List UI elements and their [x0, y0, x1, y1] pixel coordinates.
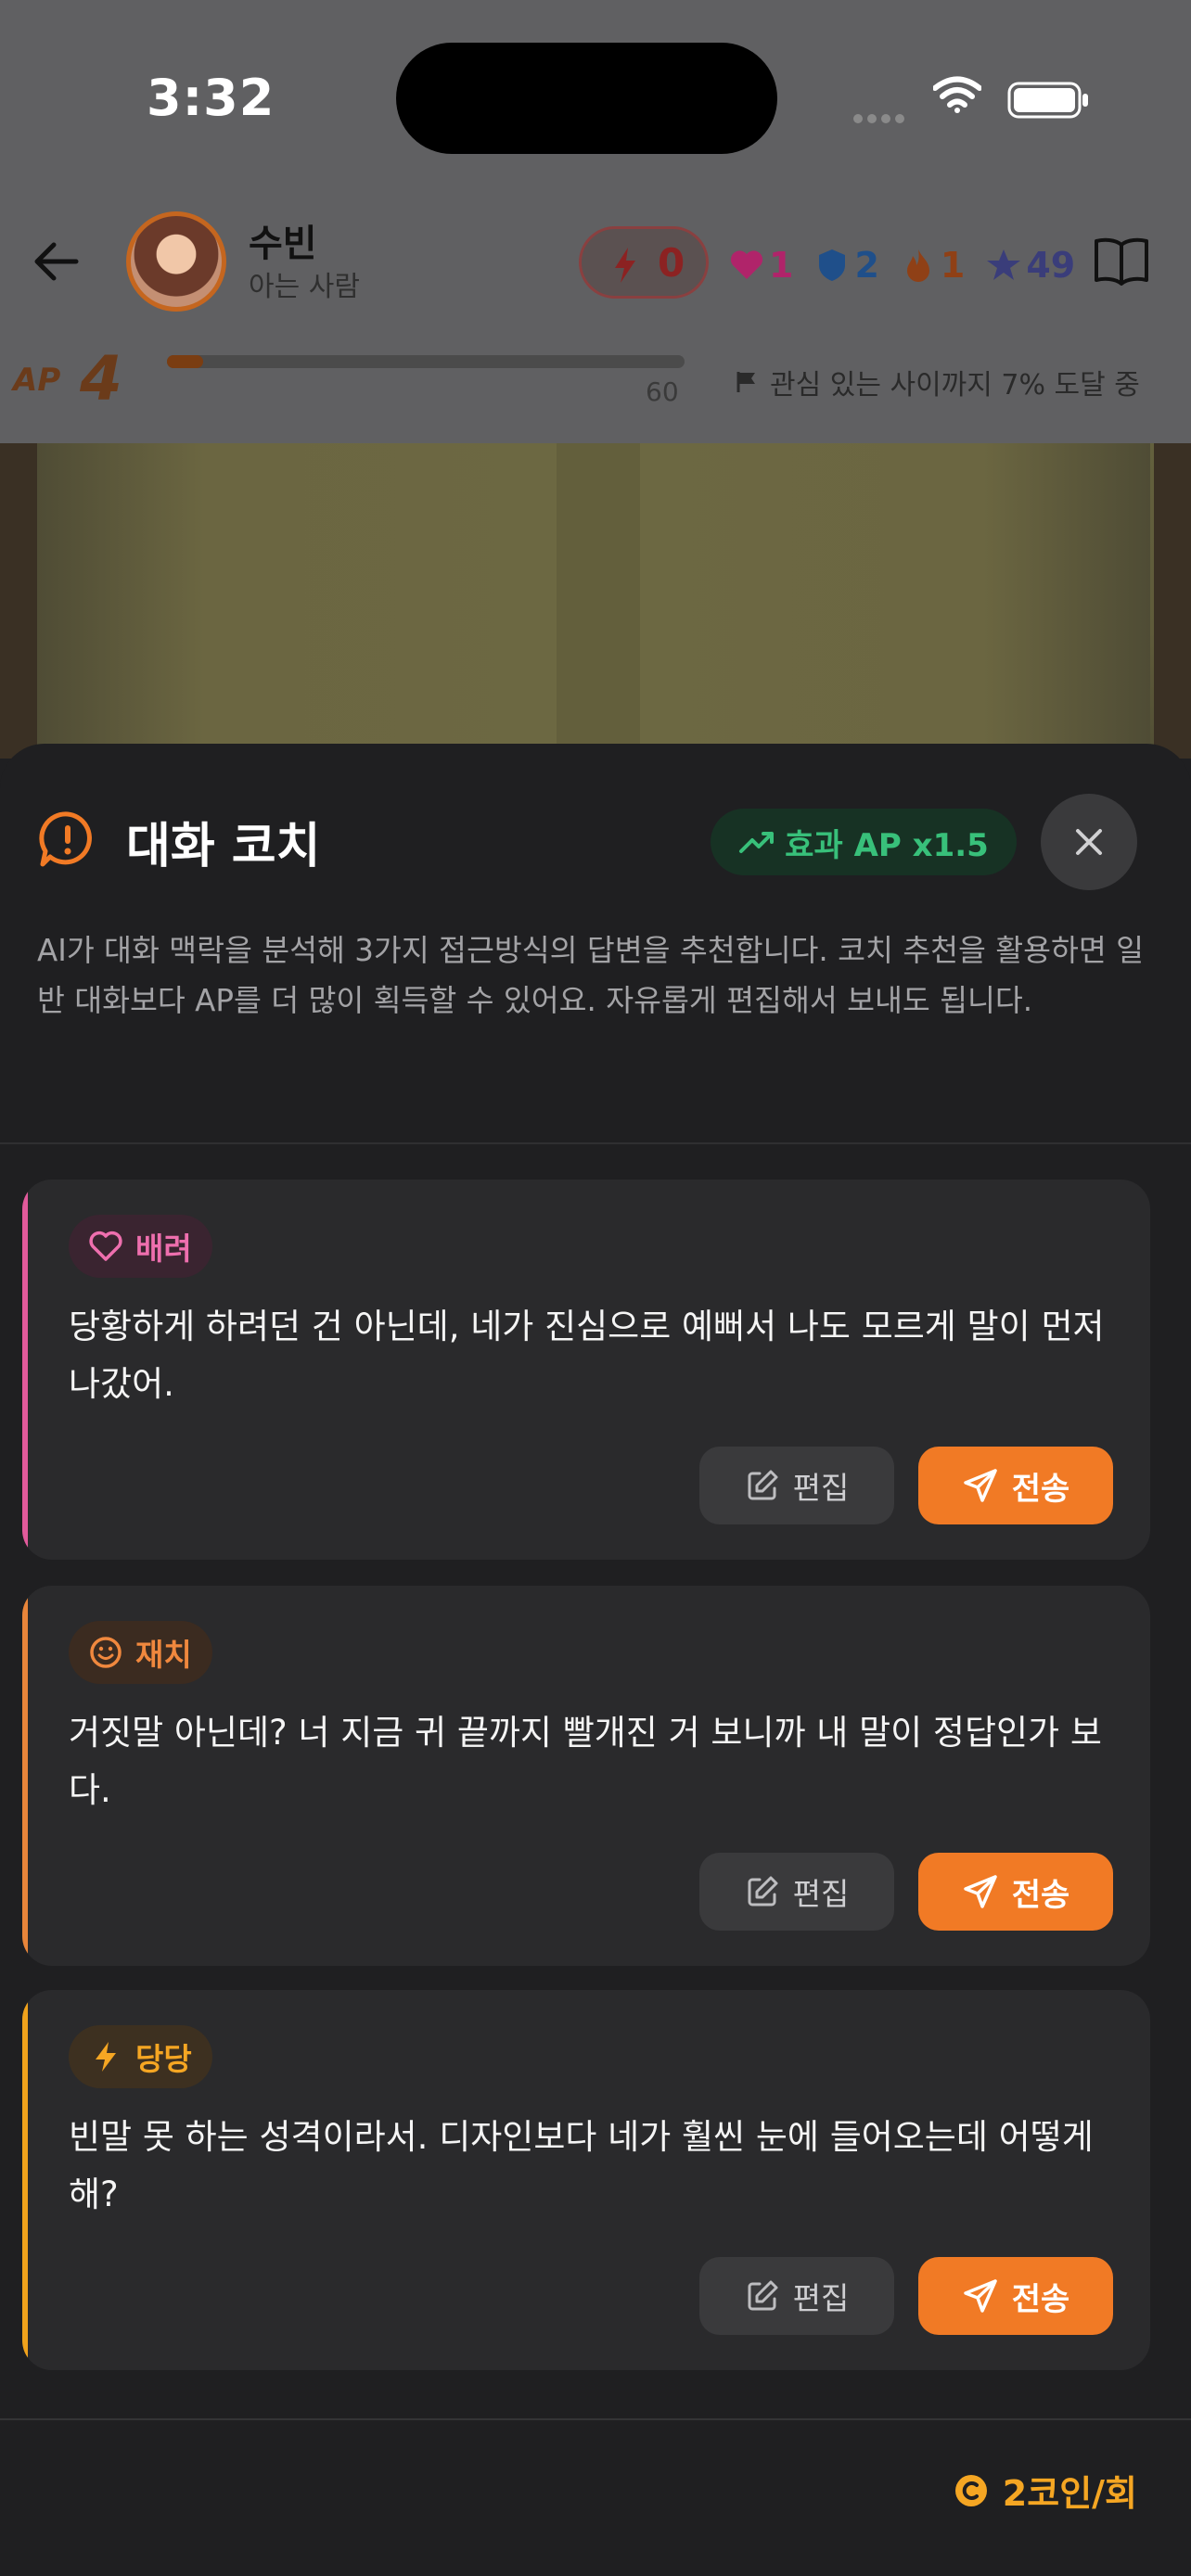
edit-button[interactable]: 편집: [699, 1447, 894, 1524]
heart-outline-icon: [89, 1231, 122, 1261]
ap-progress-bar: [167, 355, 685, 368]
coin-icon: [954, 2474, 987, 2506]
suggested-message: 빈말 못 하는 성격이라서. 디자인보다 네가 훨씬 눈에 들어오는데 어떻게 …: [69, 2117, 1094, 2214]
send-label: 전송: [1011, 1470, 1070, 1508]
approach-tag: 배려: [69, 1215, 212, 1278]
close-button[interactable]: [1041, 794, 1137, 890]
effect-badge: 효과 AP x1.5: [711, 809, 1017, 875]
send-icon: [963, 1875, 997, 1908]
send-button[interactable]: 전송: [918, 1447, 1113, 1524]
suggestion-card-care: 배려 당황하게 하려던 건 아닌데, 네가 진심으로 예뻐서 나도 모르게 말이…: [22, 1180, 1150, 1560]
tag-label: 배려: [135, 1231, 192, 1267]
shield-icon: [819, 249, 846, 281]
chat-header: 수빈 아는 사람 0 1 2 1 49: [0, 185, 1191, 325]
lightning-icon: [615, 248, 635, 283]
contact-name: 수빈: [249, 223, 317, 265]
chat-screen-background: 3:32 수빈 아는 사람 0 1 2 1 49 AP 4 60 관심 있는 사…: [0, 0, 1191, 443]
suggestion-card-confident: 당당 빈말 못 하는 성격이라서. 디자인보다 네가 훨씬 눈에 들어오는데 어…: [22, 1990, 1150, 2370]
stat-value: 49: [1026, 245, 1076, 286]
edit-icon: [748, 1876, 778, 1906]
book-icon[interactable]: [1093, 232, 1150, 289]
edit-label: 편집: [792, 2280, 850, 2316]
tag-label: 당당: [135, 2041, 192, 2077]
edit-label: 편집: [792, 1876, 850, 1912]
send-label: 전송: [1011, 1876, 1070, 1914]
card-accent: [22, 1180, 28, 1560]
character-photo: [0, 443, 1191, 759]
ap-label: AP: [13, 362, 61, 399]
flag-icon: [736, 372, 755, 392]
stat-affection: 1: [728, 245, 793, 286]
approach-tag: 재치: [69, 1621, 212, 1684]
status-bar: 3:32: [0, 0, 1191, 185]
cost-indicator: 2코인/회: [953, 2465, 1137, 2516]
back-arrow-icon[interactable]: [28, 232, 87, 291]
edit-label: 편집: [792, 1470, 850, 1506]
suggestion-card-wit: 재치 거짓말 아닌데? 너 지금 귀 끝까지 빨개진 거 보니까 내 말이 정답…: [22, 1586, 1150, 1966]
relationship-goal: 관심 있는 사이까지 7% 도달 중: [735, 362, 1140, 402]
stat-trust: 2: [813, 245, 879, 286]
stat-value: 2: [854, 245, 879, 286]
flame-icon: [906, 249, 929, 282]
relation-label: 아는 사람: [249, 271, 360, 303]
cost-label: 2코인/회: [1002, 2473, 1137, 2514]
send-icon: [963, 1469, 997, 1502]
ap-progress-row: AP 4 60 관심 있는 사이까지 7% 도달 중: [0, 343, 1191, 436]
stat-value: 1: [940, 245, 966, 286]
edit-icon: [748, 1470, 778, 1500]
close-icon: [1076, 829, 1102, 855]
dynamic-island: [396, 43, 777, 154]
divider: [0, 1142, 1191, 1144]
edit-button[interactable]: 편집: [699, 1853, 894, 1931]
trending-up-icon: [739, 832, 775, 853]
approach-tag: 당당: [69, 2025, 212, 2088]
send-button[interactable]: 전송: [918, 1853, 1113, 1931]
star-icon: [987, 249, 1021, 280]
ap-max: 60: [646, 376, 679, 407]
tag-label: 재치: [135, 1637, 192, 1673]
send-button[interactable]: 전송: [918, 2257, 1113, 2335]
edit-icon: [748, 2280, 778, 2311]
suggested-message: 거짓말 아닌데? 너 지금 귀 끝까지 빨개진 거 보니까 내 말이 정답인가 …: [69, 1713, 1102, 1810]
energy-value: 0: [658, 240, 685, 286]
stat-stars: 49: [985, 245, 1075, 286]
energy-pill[interactable]: 0: [579, 226, 709, 299]
send-label: 전송: [1011, 2280, 1070, 2318]
card-accent: [22, 1990, 28, 2370]
cellular-signal-icon: [853, 109, 909, 127]
smile-icon: [90, 1637, 122, 1668]
stats-row: 1 2 1 49: [728, 239, 1086, 291]
wifi-icon: [933, 76, 981, 113]
sheet-title: 대화 코치: [126, 819, 321, 874]
heart-icon: [730, 250, 763, 279]
chat-alert-icon: [39, 811, 92, 867]
edit-button[interactable]: 편집: [699, 2257, 894, 2335]
conversation-coach-sheet: 대화 코치 효과 AP x1.5 AI가 대화 맥락을 분석해 3가지 접근방식…: [0, 744, 1191, 2576]
stat-value: 1: [769, 245, 794, 286]
stat-passion: 1: [900, 245, 965, 286]
lightning-icon: [96, 2042, 116, 2072]
avatar[interactable]: [126, 211, 226, 312]
effect-label: 효과 AP x1.5: [785, 826, 989, 864]
ap-progress-fill: [167, 355, 204, 368]
sheet-description: AI가 대화 맥락을 분석해 3가지 접근방식의 답변을 추천합니다. 코치 추…: [37, 933, 1145, 1018]
status-time: 3:32: [147, 69, 275, 127]
card-accent: [22, 1586, 28, 1966]
footer-divider: [0, 2418, 1191, 2420]
battery-icon: [1007, 82, 1088, 119]
suggested-message: 당황하게 하려던 건 아닌데, 네가 진심으로 예뻐서 나도 모르게 말이 먼저…: [69, 1307, 1105, 1404]
goal-text: 관심 있는 사이까지 7% 도달 중: [770, 369, 1140, 402]
ap-level: 4: [80, 343, 122, 414]
send-icon: [963, 2279, 997, 2313]
